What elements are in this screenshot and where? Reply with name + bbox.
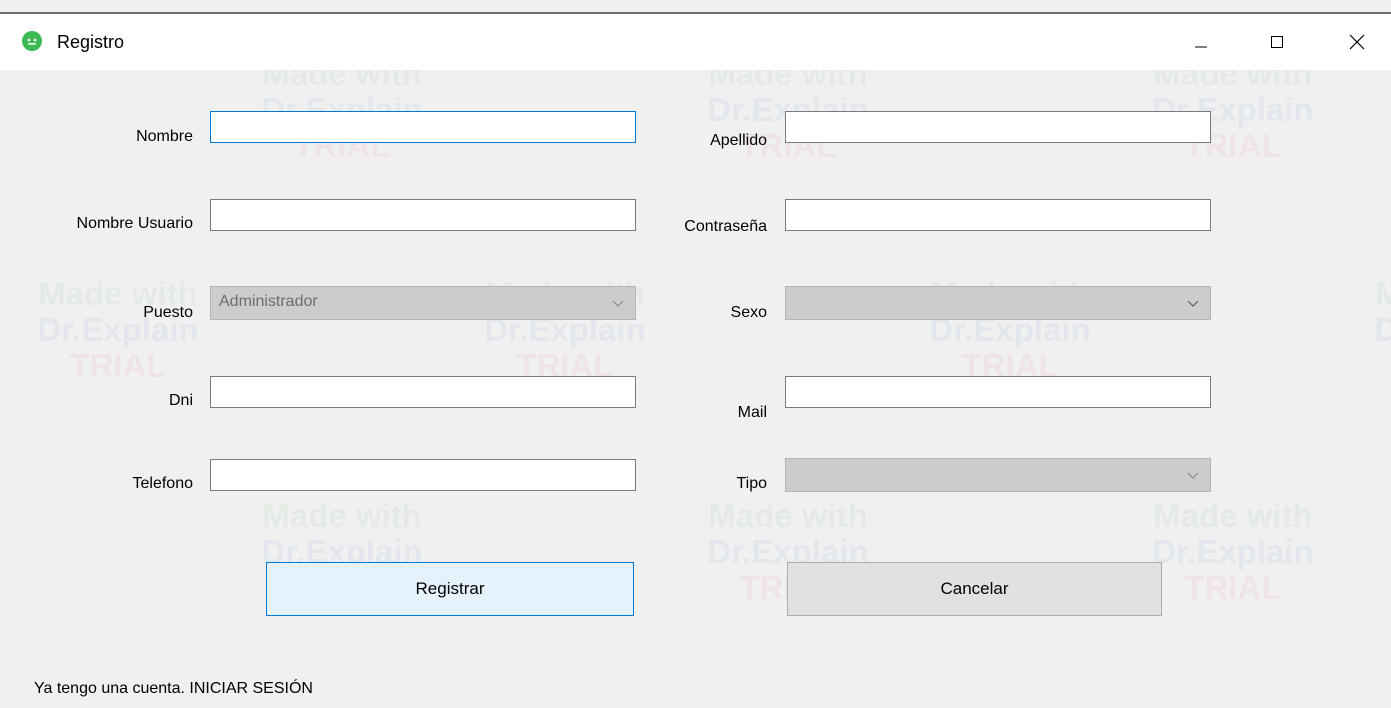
telefono-label: Telefono [132, 475, 194, 492]
app-icon [22, 31, 42, 51]
chevron-down-icon [612, 300, 624, 307]
cancelar-button[interactable]: Cancelar [787, 562, 1162, 616]
maximize-icon [1271, 36, 1283, 48]
contrasena-label: Contraseña [684, 218, 767, 235]
watermark-line: Made with [708, 70, 868, 92]
close-icon [1349, 34, 1365, 50]
chevron-down-icon [1187, 472, 1199, 479]
apellido-input[interactable] [785, 111, 1211, 143]
registrar-button[interactable]: Registrar [266, 562, 634, 616]
watermark-line: TRIAL [1325, 348, 1391, 384]
puesto-selected-value: Administrador [219, 293, 318, 310]
close-button[interactable] [1334, 22, 1380, 62]
puesto-select[interactable]: Administrador [210, 286, 636, 320]
dni-label: Dni [168, 392, 193, 409]
sexo-label: Sexo [730, 304, 767, 321]
mail-label: Mail [737, 404, 767, 421]
watermark-line: Made with [1375, 275, 1391, 312]
maximize-button[interactable] [1254, 22, 1300, 62]
nombre-label: Nombre [136, 128, 193, 145]
minimize-button[interactable] [1178, 22, 1224, 62]
nombre-usuario-label: Nombre Usuario [76, 215, 193, 232]
trial-watermark: Made with Dr.Explain TRIAL [1325, 276, 1391, 384]
chevron-down-icon [1187, 300, 1199, 307]
tipo-select[interactable] [785, 458, 1211, 492]
dni-input[interactable] [210, 376, 636, 408]
telefono-input[interactable] [210, 459, 636, 491]
watermark-line: Dr.Explain [1374, 311, 1391, 348]
watermark-line: Made with [262, 497, 422, 534]
nombre-input[interactable] [210, 111, 636, 143]
mail-input[interactable] [785, 376, 1211, 408]
sexo-select[interactable] [785, 286, 1211, 320]
title-bar: Registro [0, 14, 1391, 70]
contrasena-input[interactable] [785, 199, 1211, 231]
watermark-line: Made with [1153, 497, 1313, 534]
minimize-icon [1195, 46, 1207, 48]
watermark-line: Made with [262, 70, 422, 92]
tipo-label: Tipo [736, 475, 767, 492]
watermark-line: Made with [1153, 70, 1313, 92]
window-title: Registro [57, 32, 125, 52]
watermark-line: Made with [708, 497, 868, 534]
apellido-label: Apellido [710, 132, 767, 149]
form-area: Made with Dr.Explain TRIAL Made with Dr.… [0, 70, 1391, 708]
nombre-usuario-input[interactable] [210, 199, 636, 231]
iniciar-sesion-link[interactable]: Ya tengo una cuenta. INICIAR SESIÓN [34, 680, 313, 698]
puesto-label: Puesto [143, 304, 193, 321]
